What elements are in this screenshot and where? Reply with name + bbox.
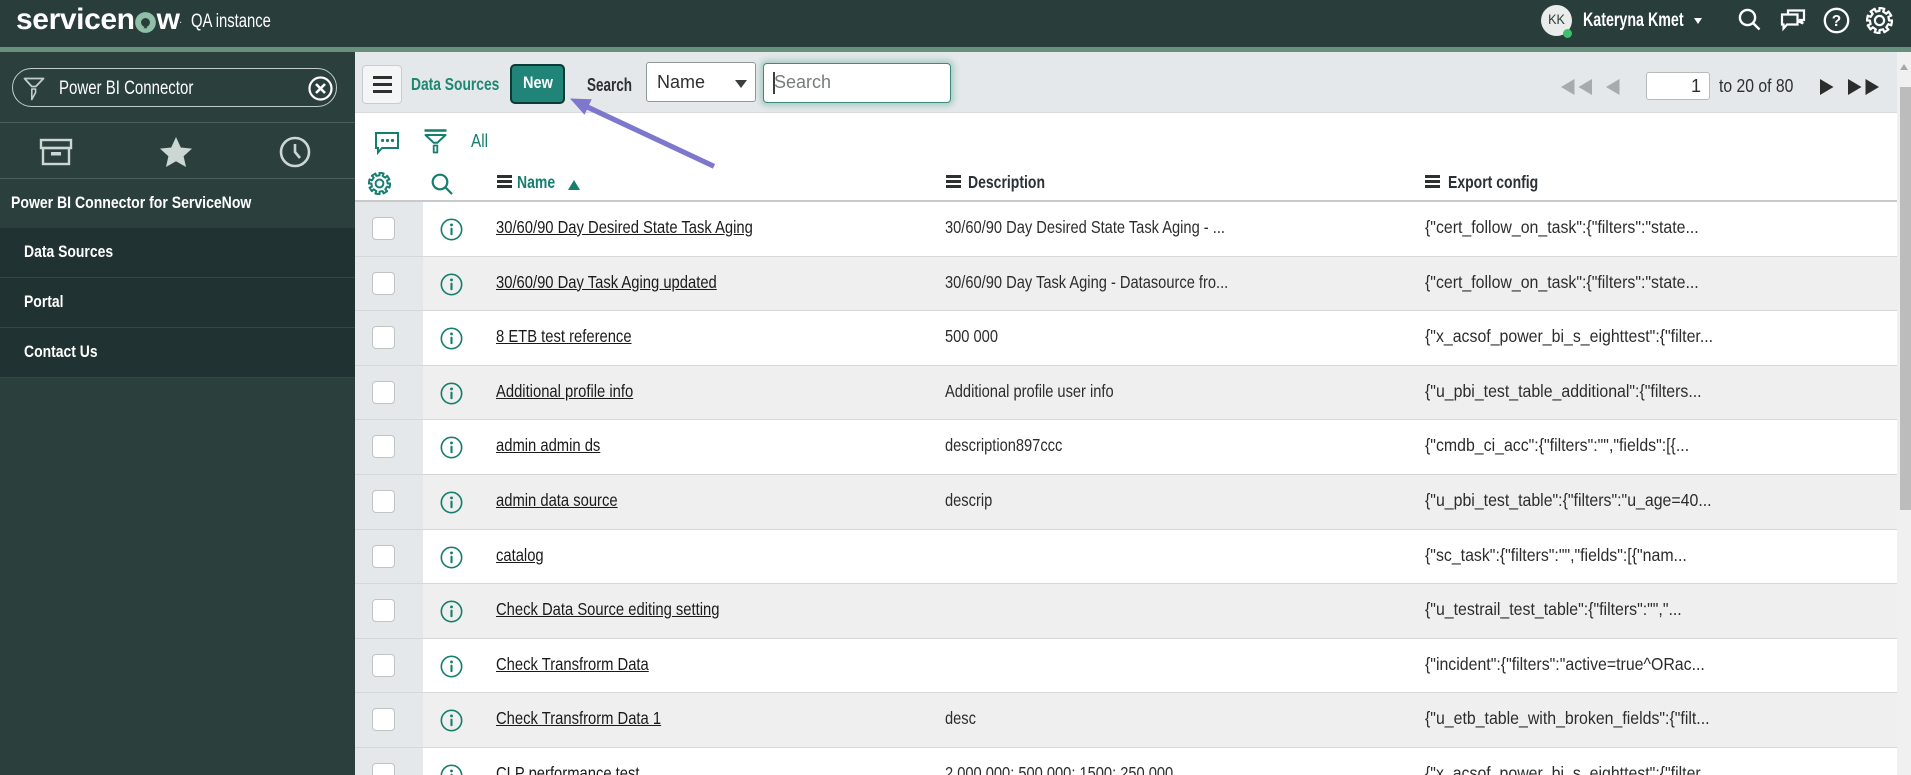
svg-text:?: ? [1832, 13, 1841, 30]
